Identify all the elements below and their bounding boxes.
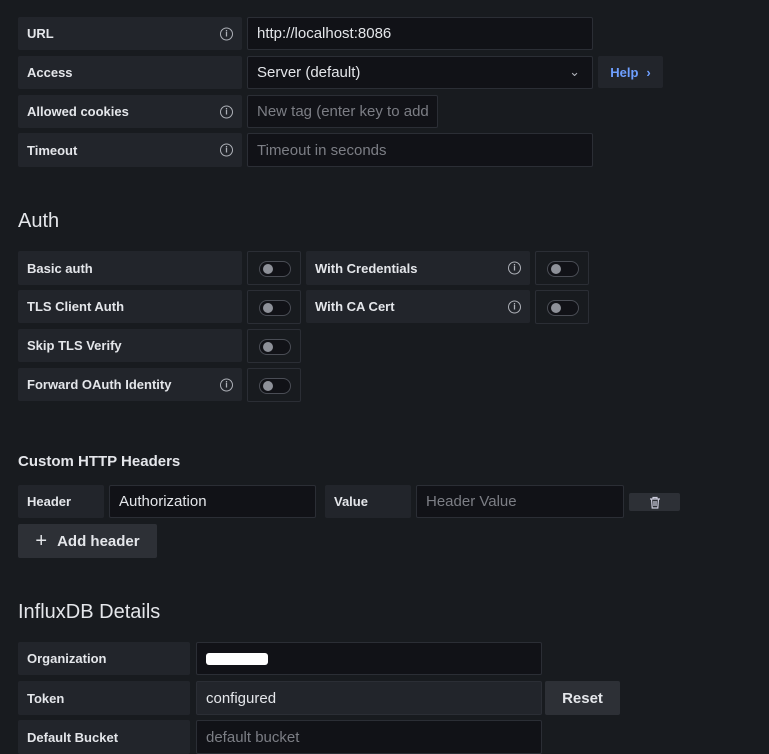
header-label: Header — [18, 485, 104, 518]
toggle-switch[interactable] — [547, 300, 579, 316]
with-ca-cert-text: With CA Cert — [315, 299, 395, 314]
influxdb-heading: InfluxDB Details — [18, 601, 161, 623]
access-select[interactable]: Server (default) ⌄ — [247, 56, 593, 89]
tls-client-auth-toggle[interactable] — [247, 290, 301, 324]
cookies-placeholder: New tag (enter key to add — [257, 103, 429, 120]
header-label-text: Header — [27, 494, 72, 509]
skip-tls-toggle[interactable] — [247, 329, 301, 363]
timeout-label-text: Timeout — [27, 142, 78, 158]
cookies-label-text: Allowed cookies — [27, 104, 129, 119]
url-value: http://localhost:8086 — [257, 25, 392, 42]
url-label: URL i — [18, 17, 242, 50]
redacted-value — [206, 652, 268, 665]
forward-oauth-toggle[interactable] — [247, 368, 301, 402]
with-credentials-text: With Credentials — [315, 260, 418, 276]
access-label-text: Access — [27, 65, 73, 80]
default-bucket-placeholder: default bucket — [206, 728, 300, 746]
timeout-label: Timeout i — [18, 133, 242, 167]
with-credentials-label: With Credentials i — [306, 251, 530, 285]
help-label: Help — [610, 64, 639, 80]
delete-header-button[interactable] — [629, 493, 680, 511]
toggle-switch[interactable] — [259, 300, 291, 316]
organization-label: Organization — [18, 642, 190, 675]
url-input[interactable]: http://localhost:8086 — [247, 17, 593, 50]
header-name-input[interactable]: Authorization — [109, 485, 316, 518]
info-icon[interactable]: i — [508, 261, 521, 275]
plus-icon: + — [35, 529, 48, 552]
with-ca-cert-label: With CA Cert i — [306, 290, 530, 323]
timeout-placeholder: Timeout in seconds — [257, 141, 387, 159]
info-icon[interactable]: i — [220, 27, 233, 40]
token-input: configured — [196, 681, 542, 715]
url-label-text: URL — [27, 26, 54, 41]
info-icon[interactable]: i — [220, 105, 233, 118]
chevron-right-icon: › — [646, 64, 651, 80]
basic-auth-toggle[interactable] — [247, 251, 301, 285]
forward-oauth-text: Forward OAuth Identity — [27, 377, 172, 392]
basic-auth-text: Basic auth — [27, 260, 93, 276]
auth-heading: Auth — [18, 210, 60, 232]
header-value-input[interactable]: Header Value — [416, 485, 624, 518]
with-credentials-toggle[interactable] — [535, 251, 589, 285]
add-header-label: Add header — [57, 532, 140, 550]
trash-icon — [649, 496, 660, 509]
value-label: Value — [325, 485, 411, 518]
help-button[interactable]: Help › — [598, 56, 663, 88]
with-ca-cert-toggle[interactable] — [535, 290, 589, 324]
default-bucket-input[interactable]: default bucket — [196, 720, 542, 754]
token-label-text: Token — [27, 690, 65, 706]
info-icon[interactable]: i — [220, 378, 233, 391]
info-icon[interactable]: i — [220, 143, 233, 157]
cookies-label: Allowed cookies i — [18, 95, 242, 128]
organization-input[interactable] — [196, 642, 542, 675]
cookies-input[interactable]: New tag (enter key to add — [247, 95, 438, 128]
skip-tls-label: Skip TLS Verify — [18, 329, 242, 362]
toggle-switch[interactable] — [259, 261, 291, 277]
custom-headers-heading: Custom HTTP Headers — [18, 453, 181, 470]
organization-label-text: Organization — [27, 651, 107, 666]
skip-tls-text: Skip TLS Verify — [27, 338, 122, 353]
basic-auth-label: Basic auth — [18, 251, 242, 285]
header-name-value: Authorization — [119, 493, 207, 510]
reset-label: Reset — [562, 689, 603, 707]
value-label-text: Value — [334, 494, 368, 509]
timeout-input[interactable]: Timeout in seconds — [247, 133, 593, 167]
toggle-switch[interactable] — [259, 378, 291, 394]
tls-client-auth-label: TLS Client Auth — [18, 290, 242, 323]
access-value: Server (default) — [257, 64, 361, 81]
add-header-button[interactable]: + Add header — [18, 524, 157, 558]
token-value: configured — [206, 689, 277, 707]
tls-client-auth-text: TLS Client Auth — [27, 299, 125, 314]
reset-token-button[interactable]: Reset — [545, 681, 620, 715]
default-bucket-text: Default Bucket — [27, 729, 119, 745]
info-icon[interactable]: i — [508, 300, 521, 313]
chevron-down-icon: ⌄ — [569, 64, 580, 79]
toggle-switch[interactable] — [259, 339, 291, 355]
access-label: Access — [18, 56, 242, 89]
toggle-switch[interactable] — [547, 261, 579, 277]
forward-oauth-label: Forward OAuth Identity i — [18, 368, 242, 401]
header-value-placeholder: Header Value — [426, 493, 517, 510]
token-label: Token — [18, 681, 190, 715]
default-bucket-label: Default Bucket — [18, 720, 190, 754]
